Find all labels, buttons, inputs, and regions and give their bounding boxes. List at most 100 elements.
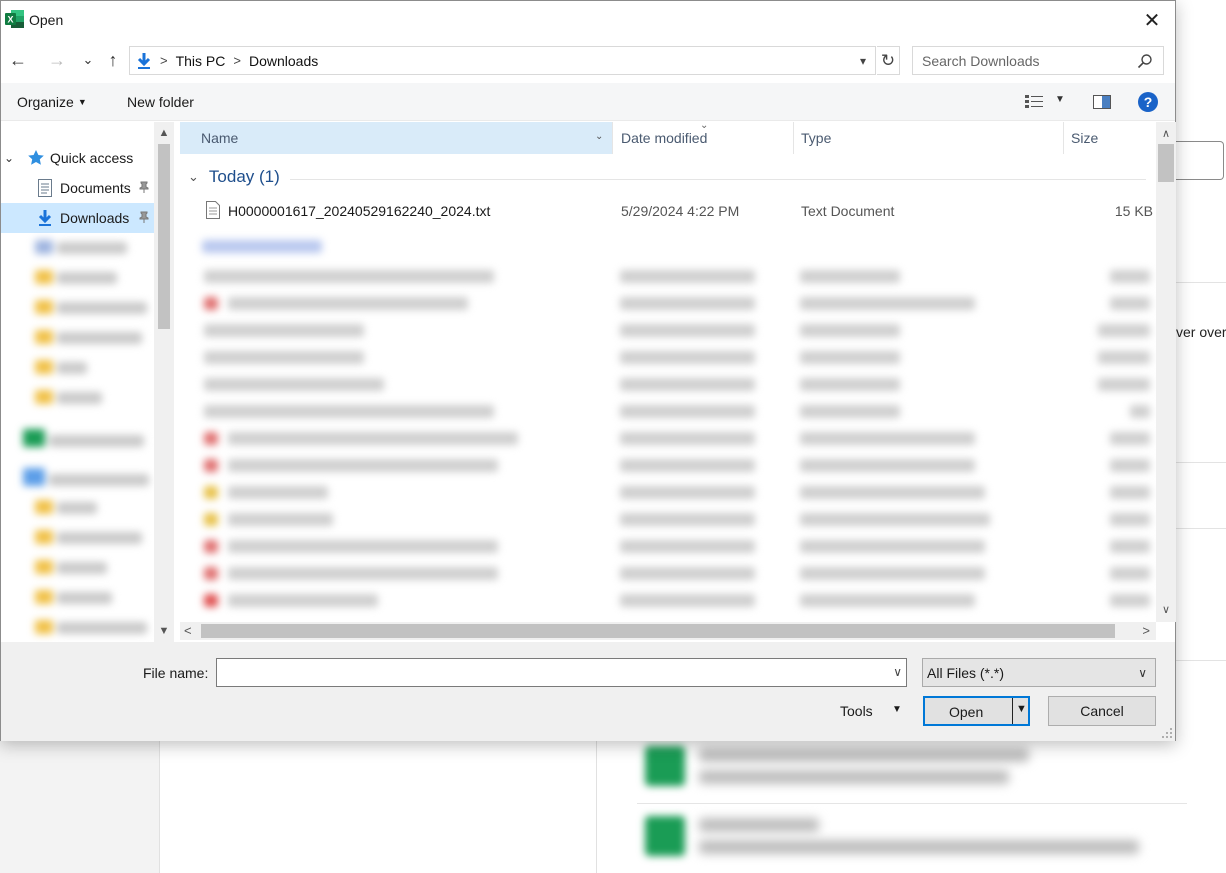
view-options-caret-icon[interactable]: ▼	[1055, 94, 1065, 105]
chevron-down-icon: ⌄	[82, 52, 94, 67]
background-divider	[1176, 528, 1226, 529]
forward-button[interactable]: →	[44, 43, 70, 77]
navigation-bar: ← → ⌄ ↑ > This PC > Downloads ▾ ↻	[1, 43, 1175, 77]
file-type-selected: All Files (*.*)	[927, 664, 1005, 681]
column-header-label: Size	[1071, 130, 1099, 146]
list-item-blurred	[180, 563, 1156, 585]
file-name-label: File name:	[143, 665, 209, 681]
text-file-icon	[206, 201, 220, 219]
sidebar-item-blurred	[35, 620, 147, 637]
sidebar-item-quick-access[interactable]: ⌄ Quick access	[1, 143, 154, 173]
column-divider[interactable]	[1063, 122, 1064, 154]
background-divider	[1176, 462, 1226, 463]
split-divider	[1012, 698, 1013, 724]
sidebar-item-blurred	[35, 360, 87, 377]
svg-text:X: X	[7, 15, 13, 25]
preview-pane-icon[interactable]	[1093, 95, 1111, 109]
search-icon	[1137, 54, 1152, 69]
file-list-scroll-thumb[interactable]	[1158, 144, 1174, 182]
file-list-horizontal-scrollbar[interactable]: < >	[180, 622, 1156, 640]
list-item-blurred	[180, 482, 1156, 504]
breadcrumb-this-pc[interactable]: This PC	[176, 53, 226, 69]
horizontal-scroll-thumb[interactable]	[201, 624, 1115, 638]
sidebar-item-blurred	[35, 330, 142, 347]
cancel-button[interactable]: Cancel	[1048, 696, 1156, 726]
back-button[interactable]: ←	[5, 43, 31, 77]
scroll-down-icon[interactable]: ∨	[1156, 600, 1176, 618]
column-divider[interactable]	[612, 122, 613, 154]
download-arrow-icon	[137, 52, 151, 69]
column-header-type[interactable]: Type	[801, 122, 831, 154]
column-header-label: Name	[201, 130, 239, 146]
scroll-up-icon[interactable]: ∧	[1156, 124, 1176, 142]
refresh-button[interactable]: ↻	[877, 46, 900, 75]
list-item-blurred	[180, 266, 1156, 288]
caret-down-icon: ▼	[77, 97, 87, 107]
background-partial-text: ver over	[1176, 324, 1226, 340]
scroll-up-icon[interactable]: ▲	[154, 124, 174, 142]
view-options-icon[interactable]	[1025, 95, 1043, 109]
excel-file-icon	[645, 746, 685, 786]
resize-grip-icon[interactable]	[1161, 727, 1173, 739]
help-icon[interactable]: ?	[1138, 92, 1158, 112]
recent-locations-button[interactable]: ⌄	[75, 43, 101, 77]
list-item-blurred	[180, 293, 1156, 315]
list-item-blurred	[180, 320, 1156, 342]
column-header-label: Date modified	[621, 130, 708, 146]
file-type-select[interactable]: All Files (*.*) ∨	[922, 658, 1156, 687]
caret-down-icon[interactable]: ▼	[1016, 703, 1027, 715]
sidebar-item-blurred	[23, 429, 144, 450]
background-recent-item	[645, 816, 1139, 856]
sidebar-item-blurred	[35, 240, 127, 257]
sidebar-item-downloads[interactable]: Downloads	[1, 203, 154, 233]
file-date-modified: 5/29/2024 4:22 PM	[621, 203, 740, 219]
search-input[interactable]	[913, 52, 1133, 69]
excel-icon: X	[5, 10, 24, 28]
sidebar-item-blurred	[35, 270, 117, 287]
breadcrumb-downloads[interactable]: Downloads	[249, 53, 318, 69]
list-item-blurred	[180, 428, 1156, 450]
new-folder-button[interactable]: New folder	[127, 94, 194, 110]
group-divider	[290, 179, 1146, 180]
list-item-blurred	[180, 401, 1156, 423]
file-name: H0000001617_20240529162240_2024.txt	[228, 203, 491, 219]
refresh-icon: ↻	[880, 50, 896, 70]
sidebar-item-blurred	[35, 530, 142, 547]
file-list-vertical-scrollbar[interactable]: ∧ ∨	[1156, 122, 1176, 622]
open-button[interactable]: Open ▼	[923, 696, 1030, 726]
chevron-down-icon[interactable]: ⌄	[595, 131, 603, 142]
scroll-right-icon[interactable]: >	[1142, 623, 1150, 638]
organize-button[interactable]: Organize ▼	[17, 94, 87, 110]
column-header-size[interactable]: Size	[1071, 122, 1098, 154]
sidebar-scrollbar[interactable]: ▲ ▼	[154, 122, 174, 642]
list-item-blurred	[180, 455, 1156, 477]
group-header-today[interactable]: ⌄ Today (1)	[188, 167, 280, 187]
breadcrumb-separator-icon: >	[233, 53, 241, 68]
open-dialog: X Open ✕ ← → ⌄ ↑ > This PC > Downloads ▾…	[0, 0, 1176, 741]
title-bar: X Open ✕	[1, 1, 1175, 39]
close-button[interactable]: ✕	[1129, 1, 1175, 39]
scroll-left-icon[interactable]: <	[184, 623, 192, 638]
tools-button[interactable]: Tools	[840, 703, 873, 719]
sidebar-item-documents[interactable]: Documents	[1, 173, 154, 203]
column-header-date-modified[interactable]: Date modified	[621, 122, 707, 154]
address-history-dropdown[interactable]: ▾	[853, 51, 873, 71]
scroll-down-icon[interactable]: ▼	[154, 622, 174, 640]
chevron-down-icon[interactable]: ∨	[893, 665, 902, 679]
arrow-up-icon: ↑	[108, 49, 118, 70]
table-row[interactable]: H0000001617_20240529162240_2024.txt 5/29…	[180, 198, 1156, 224]
address-bar[interactable]: > This PC > Downloads ▾	[129, 46, 876, 75]
column-divider[interactable]	[793, 122, 794, 154]
background-sidebar	[0, 741, 160, 873]
arrow-right-icon: →	[48, 49, 66, 70]
download-arrow-icon	[38, 210, 52, 226]
close-icon: ✕	[1143, 9, 1161, 32]
file-name-input[interactable]: ∨	[216, 658, 907, 687]
search-box[interactable]	[912, 46, 1164, 75]
background-input-box	[1176, 141, 1224, 180]
sidebar-scroll-thumb[interactable]	[158, 144, 170, 329]
caret-down-icon[interactable]: ▼	[892, 704, 902, 715]
file-type: Text Document	[801, 203, 895, 219]
up-button[interactable]: ↑	[100, 43, 126, 77]
column-header-name[interactable]: Name ⌄	[180, 122, 612, 154]
